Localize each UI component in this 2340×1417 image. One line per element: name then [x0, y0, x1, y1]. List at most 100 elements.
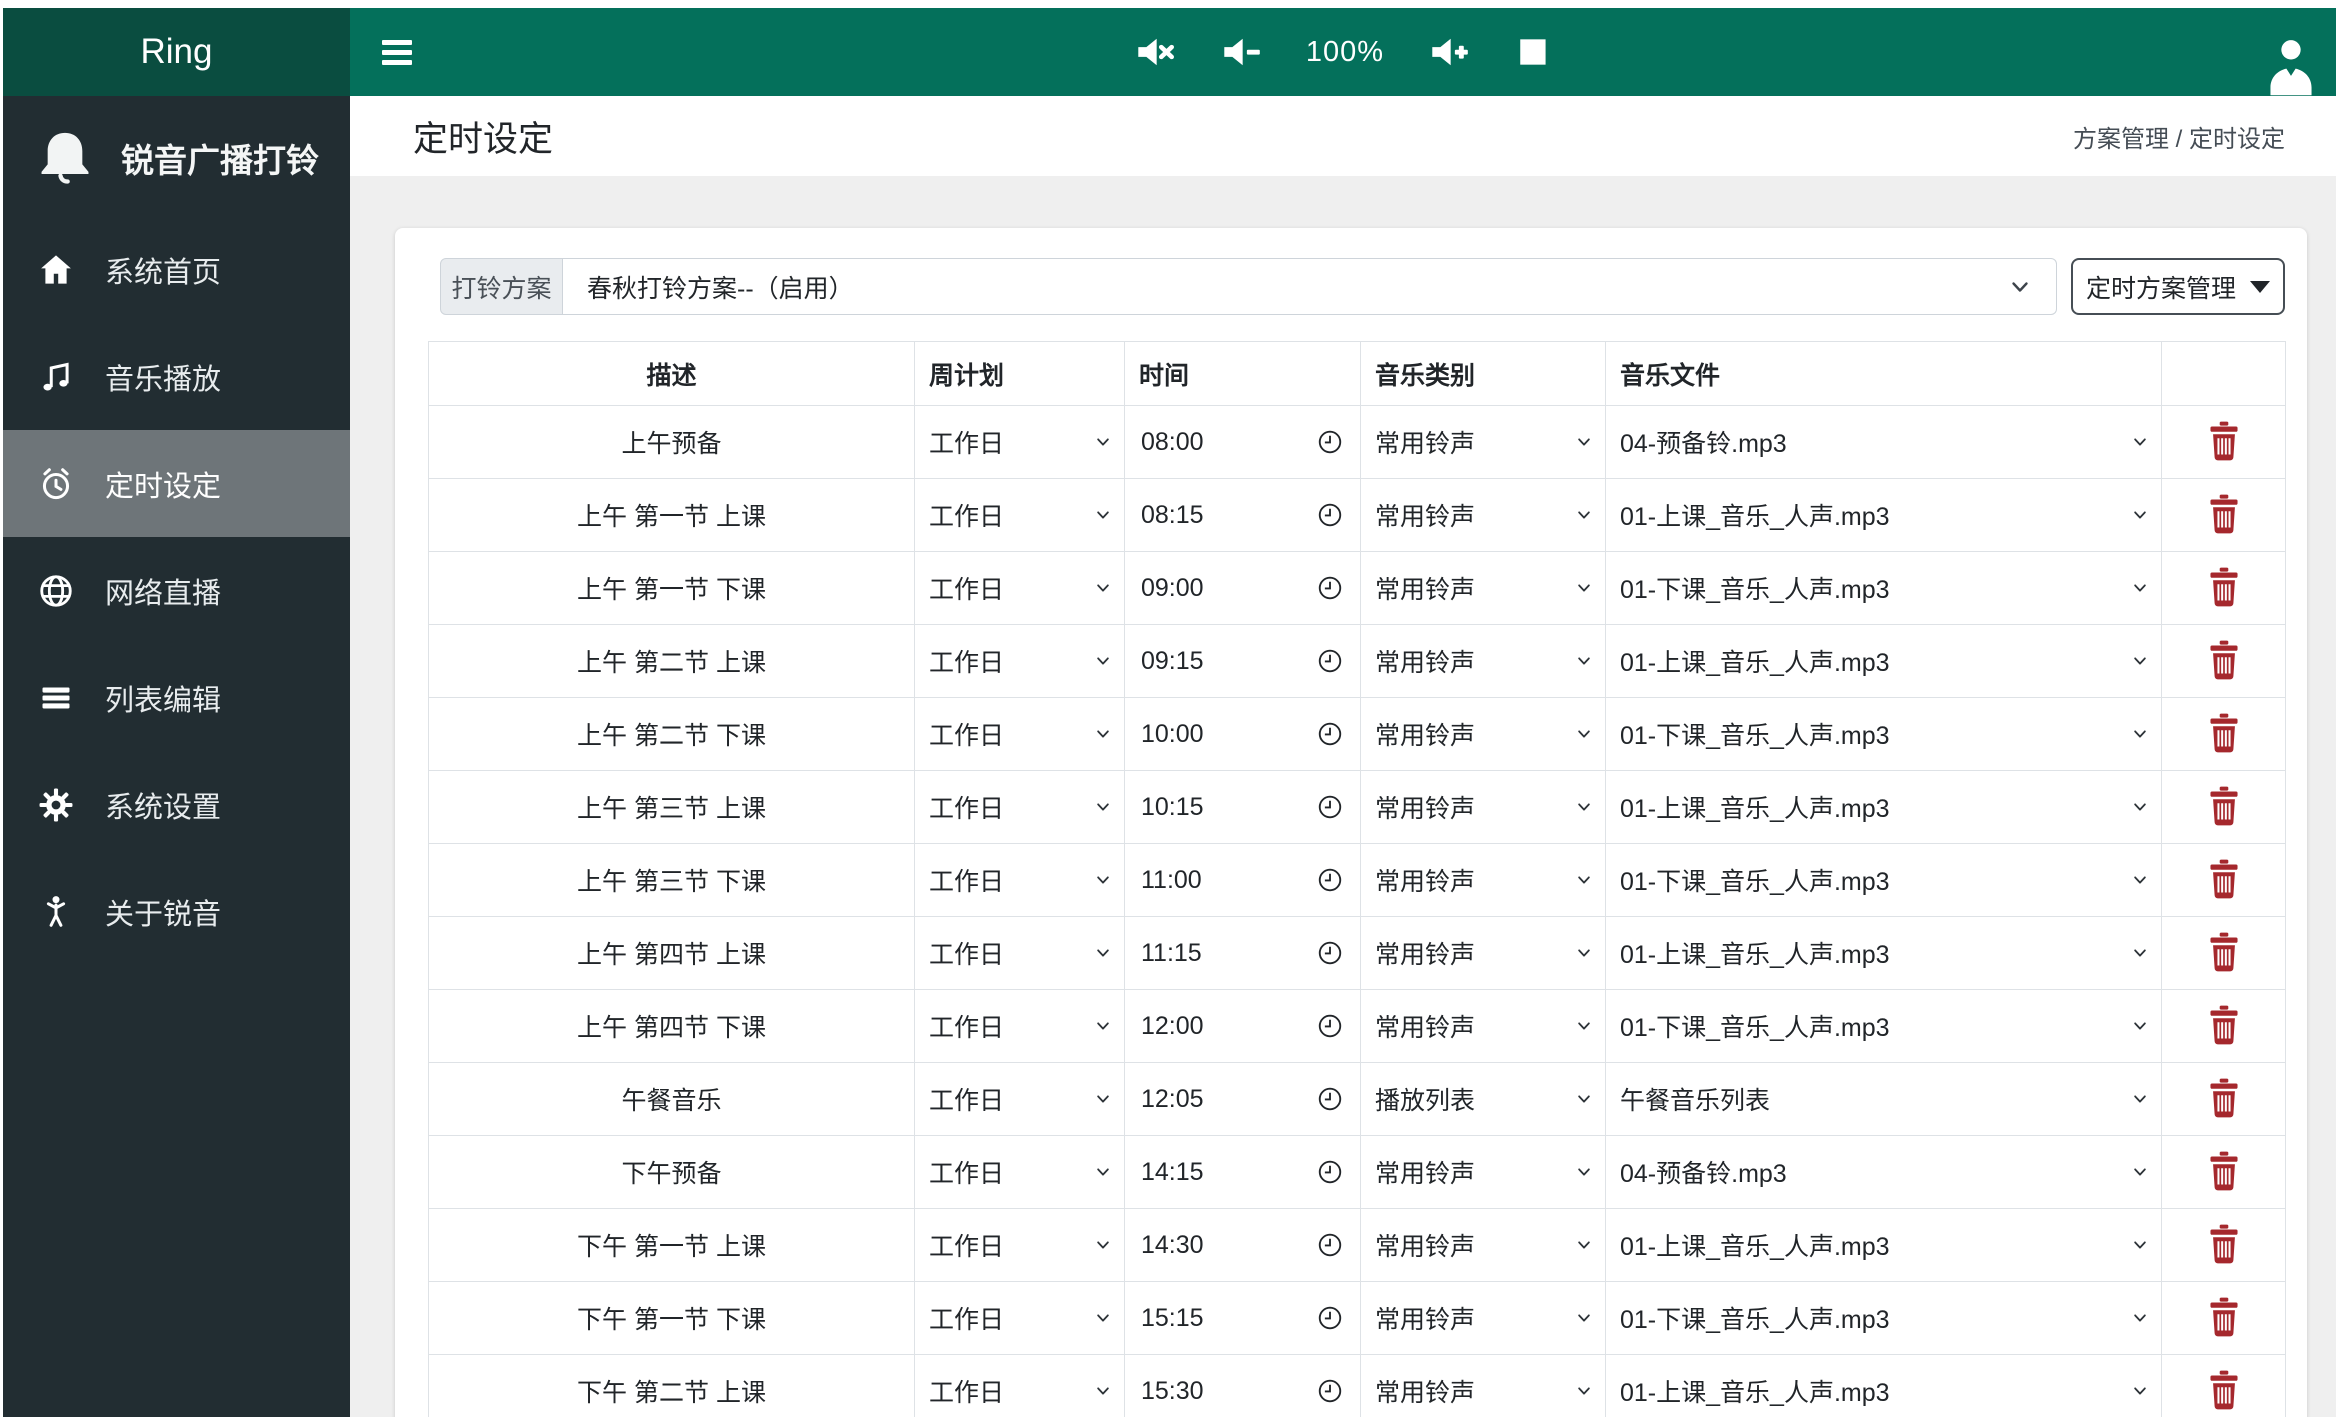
music-file-select[interactable]: 04-预备铃.mp3: [1606, 406, 2161, 478]
week-plan-select[interactable]: 工作日: [915, 625, 1124, 697]
week-plan-select[interactable]: 工作日: [915, 917, 1124, 989]
plan-manage-button[interactable]: 定时方案管理: [2071, 258, 2285, 315]
time-input[interactable]: 12:05: [1125, 1063, 1360, 1135]
alarm-clock-icon: [33, 465, 79, 503]
volume-down-button[interactable]: [1220, 31, 1262, 73]
music-category-select[interactable]: 常用铃声: [1361, 844, 1605, 916]
plan-select[interactable]: 春秋打铃方案--（启用）: [563, 258, 2057, 315]
music-file-select[interactable]: 01-下课_音乐_人声.mp3: [1606, 698, 2161, 770]
breadcrumb-parent[interactable]: 方案管理: [2073, 126, 2169, 153]
week-plan-select[interactable]: 工作日: [915, 990, 1124, 1062]
music-category-select[interactable]: 常用铃声: [1361, 406, 1605, 478]
time-input[interactable]: 10:00: [1125, 698, 1360, 770]
music-file-select[interactable]: 01-下课_音乐_人声.mp3: [1606, 990, 2161, 1062]
music-file-select[interactable]: 01-上课_音乐_人声.mp3: [1606, 917, 2161, 989]
sidebar-item-timer[interactable]: 定时设定: [3, 430, 350, 537]
music-file-select[interactable]: 01-下课_音乐_人声.mp3: [1606, 552, 2161, 624]
volume-up-button[interactable]: [1428, 31, 1470, 73]
music-category-select[interactable]: 常用铃声: [1361, 698, 1605, 770]
music-category-select[interactable]: 常用铃声: [1361, 1136, 1605, 1208]
music-file-select[interactable]: 01-上课_音乐_人声.mp3: [1606, 479, 2161, 551]
delete-row-button[interactable]: [2207, 1297, 2241, 1337]
sidebar-item-music[interactable]: 音乐播放: [3, 323, 350, 430]
time-input[interactable]: 11:00: [1125, 844, 1360, 916]
sidebar-item-about[interactable]: 关于锐音: [3, 858, 350, 965]
clock-icon: [1318, 1014, 1342, 1038]
chevron-down-icon: [2131, 1309, 2149, 1327]
music-category-select[interactable]: 常用铃声: [1361, 771, 1605, 843]
delete-row-button[interactable]: [2207, 1151, 2241, 1191]
sidebar-item-live[interactable]: 网络直播: [3, 537, 350, 644]
delete-row-button[interactable]: [2207, 786, 2241, 826]
music-file-select[interactable]: 01-下课_音乐_人声.mp3: [1606, 1282, 2161, 1354]
week-plan-select[interactable]: 工作日: [915, 1355, 1124, 1417]
music-category-select[interactable]: 常用铃声: [1361, 479, 1605, 551]
delete-row-button[interactable]: [2207, 932, 2241, 972]
delete-row-button[interactable]: [2207, 640, 2241, 680]
music-category-select[interactable]: 播放列表: [1361, 1063, 1605, 1135]
delete-row-button[interactable]: [2207, 421, 2241, 461]
music-file-select[interactable]: 01-上课_音乐_人声.mp3: [1606, 771, 2161, 843]
time-input[interactable]: 08:15: [1125, 479, 1360, 551]
music-file-select[interactable]: 01-上课_音乐_人声.mp3: [1606, 625, 2161, 697]
sidebar-item-settings[interactable]: 系统设置: [3, 751, 350, 858]
music-category-select[interactable]: 常用铃声: [1361, 552, 1605, 624]
chevron-down-icon: [2131, 506, 2149, 524]
time-input[interactable]: 15:30: [1125, 1355, 1360, 1417]
time-input[interactable]: 10:15: [1125, 771, 1360, 843]
music-file-select[interactable]: 01-下课_音乐_人声.mp3: [1606, 844, 2161, 916]
week-plan-select[interactable]: 工作日: [915, 1209, 1124, 1281]
week-plan-select[interactable]: 工作日: [915, 552, 1124, 624]
music-category-select[interactable]: 常用铃声: [1361, 917, 1605, 989]
table-row: 上午预备 工作日 08:00 常用铃声 04-预备铃.mp3: [428, 405, 2286, 479]
music-category-select[interactable]: 常用铃声: [1361, 625, 1605, 697]
music-file-select[interactable]: 04-预备铃.mp3: [1606, 1136, 2161, 1208]
sidebar-item-label: 系统首页: [105, 256, 222, 289]
time-input[interactable]: 15:15: [1125, 1282, 1360, 1354]
sidebar-item-label: 音乐播放: [105, 363, 222, 396]
week-plan-select[interactable]: 工作日: [915, 1063, 1124, 1135]
music-category-select[interactable]: 常用铃声: [1361, 990, 1605, 1062]
sidebar-item-home[interactable]: 系统首页: [3, 216, 350, 323]
week-plan-select[interactable]: 工作日: [915, 1136, 1124, 1208]
music-category-select[interactable]: 常用铃声: [1361, 1355, 1605, 1417]
user-menu[interactable]: [2262, 34, 2320, 96]
delete-row-button[interactable]: [2207, 494, 2241, 534]
delete-row-button[interactable]: [2207, 1078, 2241, 1118]
time-input[interactable]: 14:30: [1125, 1209, 1360, 1281]
schedule-description: 上午 第二节 下课: [577, 722, 766, 750]
week-plan-select[interactable]: 工作日: [915, 479, 1124, 551]
table-row: 上午 第二节 下课 工作日 10:00 常用铃声 01-下课_音乐_人声.mp3: [428, 697, 2286, 771]
delete-row-button[interactable]: [2207, 859, 2241, 899]
music-file-select[interactable]: 01-上课_音乐_人声.mp3: [1606, 1209, 2161, 1281]
music-category-select[interactable]: 常用铃声: [1361, 1282, 1605, 1354]
delete-row-button[interactable]: [2207, 1005, 2241, 1045]
delete-row-button[interactable]: [2207, 713, 2241, 753]
chevron-down-icon: [1094, 1090, 1112, 1108]
time-input[interactable]: 14:15: [1125, 1136, 1360, 1208]
mute-button[interactable]: [1134, 31, 1176, 73]
delete-row-button[interactable]: [2207, 1224, 2241, 1264]
schedule-description: 下午 第二节 上课: [577, 1379, 766, 1407]
time-input[interactable]: 09:15: [1125, 625, 1360, 697]
time-input[interactable]: 11:15: [1125, 917, 1360, 989]
time-input[interactable]: 12:00: [1125, 990, 1360, 1062]
time-input[interactable]: 08:00: [1125, 406, 1360, 478]
week-plan-select[interactable]: 工作日: [915, 406, 1124, 478]
schedule-table: 描述 周计划 时间 音乐类别 音乐文件 上午预备 工作日 08:00 常用铃声 …: [428, 341, 2286, 1417]
chevron-down-icon: [1575, 1382, 1593, 1400]
music-file-select[interactable]: 01-上课_音乐_人声.mp3: [1606, 1355, 2161, 1417]
sidebar-item-list[interactable]: 列表编辑: [3, 644, 350, 751]
music-file-select[interactable]: 午餐音乐列表: [1606, 1063, 2161, 1135]
time-input[interactable]: 09:00: [1125, 552, 1360, 624]
week-plan-select[interactable]: 工作日: [915, 1282, 1124, 1354]
music-category-select[interactable]: 常用铃声: [1361, 1209, 1605, 1281]
stop-button[interactable]: [1514, 33, 1552, 71]
sidebar-item-label: 列表编辑: [105, 684, 222, 717]
sidebar-toggle-button[interactable]: [376, 34, 418, 71]
week-plan-select[interactable]: 工作日: [915, 698, 1124, 770]
delete-row-button[interactable]: [2207, 1370, 2241, 1410]
week-plan-select[interactable]: 工作日: [915, 844, 1124, 916]
delete-row-button[interactable]: [2207, 567, 2241, 607]
week-plan-select[interactable]: 工作日: [915, 771, 1124, 843]
